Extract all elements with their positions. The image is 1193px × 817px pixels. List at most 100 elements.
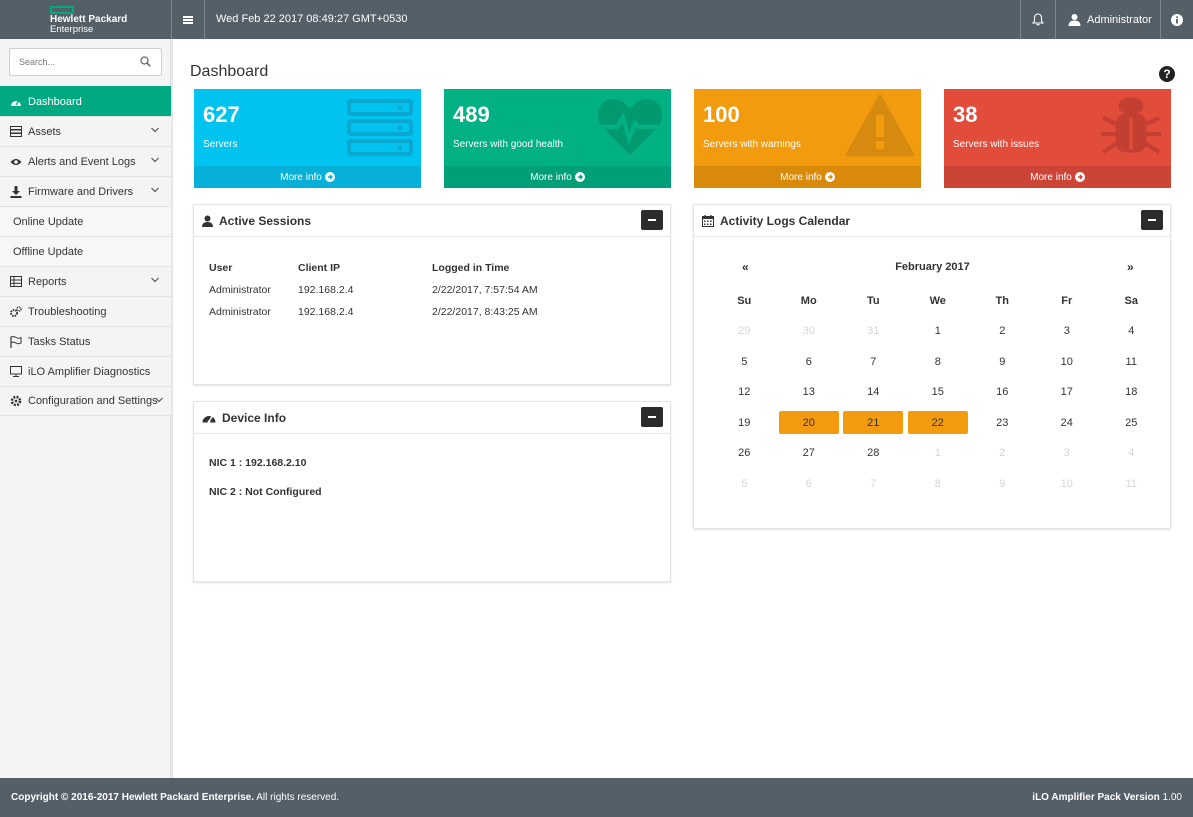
- calendar-day[interactable]: 29: [712, 316, 777, 347]
- calendar-day[interactable]: 1: [906, 438, 971, 469]
- calendar-day-active[interactable]: 20: [777, 408, 842, 439]
- calendar-day[interactable]: 3: [1035, 316, 1100, 347]
- calendar-day[interactable]: 7: [841, 347, 906, 378]
- table-row: Administrator 192.168.2.4 2/22/2017, 8:4…: [209, 301, 632, 323]
- calendar-day[interactable]: 4: [1099, 316, 1164, 347]
- calendar-day[interactable]: 11: [1099, 469, 1164, 500]
- calendar-day[interactable]: 24: [1035, 408, 1100, 439]
- search-input[interactable]: [10, 49, 130, 75]
- sidebar-item-label: Reports: [28, 275, 67, 288]
- more-info-link[interactable]: More info: [694, 166, 921, 188]
- sidebar-nav: Dashboard Assets Alerts and Event Logs F…: [0, 86, 171, 416]
- user-menu-button[interactable]: Administrator: [1056, 0, 1160, 39]
- hpe-logo[interactable]: Hewlett Packard Enterprise: [0, 0, 171, 39]
- calendar-day[interactable]: 10: [1035, 347, 1100, 378]
- sidebar-item-dashboard[interactable]: Dashboard: [0, 86, 171, 116]
- calendar-day[interactable]: 26: [712, 438, 777, 469]
- calendar-day[interactable]: 9: [970, 469, 1035, 500]
- calendar-day[interactable]: 16: [970, 377, 1035, 408]
- calendar-day[interactable]: 12: [712, 377, 777, 408]
- calendar-day[interactable]: 5: [712, 347, 777, 378]
- panel-title: Active Sessions: [219, 213, 312, 228]
- copyright-rest: All rights reserved.: [254, 792, 340, 803]
- calendar-day[interactable]: 6: [777, 469, 842, 500]
- calendar-day[interactable]: 14: [841, 377, 906, 408]
- calendar-day[interactable]: 17: [1035, 377, 1100, 408]
- more-info-link[interactable]: More info: [194, 166, 421, 188]
- sidebar-item-tasks-status[interactable]: Tasks Status: [0, 326, 171, 356]
- calendar-day[interactable]: 28: [841, 438, 906, 469]
- cell-user: Administrator: [209, 284, 271, 296]
- calendar-day[interactable]: 11: [1099, 347, 1164, 378]
- chevron-down-icon: [155, 397, 163, 403]
- calendar-day[interactable]: 10: [1035, 469, 1100, 500]
- sidebar-item-alerts[interactable]: Alerts and Event Logs: [0, 146, 171, 176]
- calendar-day[interactable]: 2: [970, 316, 1035, 347]
- calendar-next-button[interactable]: »: [1127, 260, 1134, 274]
- collapse-button[interactable]: [641, 210, 663, 230]
- calendar-day-number: 8: [934, 477, 941, 490]
- chevron-down-icon: [151, 277, 159, 283]
- tile-label: Servers with good health: [453, 139, 564, 150]
- calendar-day[interactable]: 7: [841, 469, 906, 500]
- calendar-day[interactable]: 9: [970, 347, 1035, 378]
- calendar-day-number: 4: [1128, 325, 1135, 338]
- sidebar-item-configuration[interactable]: Configuration and Settings: [0, 386, 171, 416]
- tachometer-icon: [202, 416, 216, 423]
- info-button[interactable]: [1161, 0, 1193, 39]
- calendar-day[interactable]: 15: [906, 377, 971, 408]
- calendar-day[interactable]: 8: [906, 347, 971, 378]
- calendar-day-number: 6: [805, 355, 812, 368]
- table-row: Administrator 192.168.2.4 2/22/2017, 7:5…: [209, 279, 632, 301]
- calendar-day[interactable]: 3: [1035, 438, 1100, 469]
- collapse-button[interactable]: [1141, 210, 1163, 230]
- calendar-day[interactable]: 13: [777, 377, 842, 408]
- calendar-day-number: 17: [1060, 386, 1073, 399]
- calendar-day[interactable]: 4: [1099, 438, 1164, 469]
- panel-title: Activity Logs Calendar: [720, 213, 851, 228]
- calendar-day-active[interactable]: 21: [841, 408, 906, 439]
- menu-toggle-button[interactable]: [172, 0, 204, 39]
- calendar-day-number: 9: [999, 477, 1006, 490]
- more-info-link[interactable]: More info: [444, 166, 671, 188]
- sidebar-item-label: Firmware and Drivers: [28, 185, 134, 198]
- calendar-day[interactable]: 19: [712, 408, 777, 439]
- search-icon[interactable]: [140, 56, 151, 67]
- bell-icon: [1032, 13, 1044, 26]
- calendar-day-active[interactable]: 22: [906, 408, 971, 439]
- calendar-day[interactable]: 8: [906, 469, 971, 500]
- chevron-down-icon: [151, 127, 159, 133]
- calendar-day[interactable]: 27: [777, 438, 842, 469]
- sidebar-item-offline-update[interactable]: Offline Update: [0, 236, 171, 266]
- calendar-day[interactable]: 18: [1099, 377, 1164, 408]
- calendar-grid: Su Mo Tu We Th Fr Sa 29 30 31 1 2 3 4 5 6 7 8 9 10 11 12 13 14 1…: [712, 286, 1164, 499]
- sidebar-item-online-update[interactable]: Online Update: [0, 206, 171, 236]
- sidebar-item-firmware[interactable]: Firmware and Drivers: [0, 176, 171, 206]
- calendar-day-number: 10: [1060, 477, 1073, 490]
- collapse-button[interactable]: [641, 407, 663, 427]
- calendar-day[interactable]: 6: [777, 347, 842, 378]
- divider: [204, 0, 205, 39]
- arrow-circle-right-icon: [1074, 172, 1085, 182]
- version-number: 1.00: [1159, 792, 1182, 803]
- calendar-day[interactable]: 31: [841, 316, 906, 347]
- calendar-day[interactable]: 30: [777, 316, 842, 347]
- flag-icon: [10, 335, 22, 348]
- help-icon[interactable]: ?: [1159, 66, 1175, 82]
- sidebar-item-assets[interactable]: Assets: [0, 116, 171, 146]
- calendar-day[interactable]: 23: [970, 408, 1035, 439]
- calendar-day-number: 1: [934, 447, 941, 460]
- sidebar-item-diagnostics[interactable]: iLO Amplifier Diagnostics: [0, 356, 171, 386]
- nic1-info: NIC 1 : 192.168.2.10: [209, 457, 307, 469]
- more-info-link[interactable]: More info: [944, 166, 1171, 188]
- calendar-day[interactable]: 2: [970, 438, 1035, 469]
- calendar-day[interactable]: 1: [906, 316, 971, 347]
- calendar-day[interactable]: 5: [712, 469, 777, 500]
- sidebar-item-troubleshooting[interactable]: Troubleshooting: [0, 296, 171, 326]
- notifications-button[interactable]: [1021, 0, 1055, 39]
- tile-warnings: 100 Servers with warnings More info: [694, 89, 921, 188]
- calendar-day-number: 13: [802, 386, 815, 399]
- column-header: User: [209, 262, 233, 274]
- sidebar-item-reports[interactable]: Reports: [0, 266, 171, 296]
- calendar-day[interactable]: 25: [1099, 408, 1164, 439]
